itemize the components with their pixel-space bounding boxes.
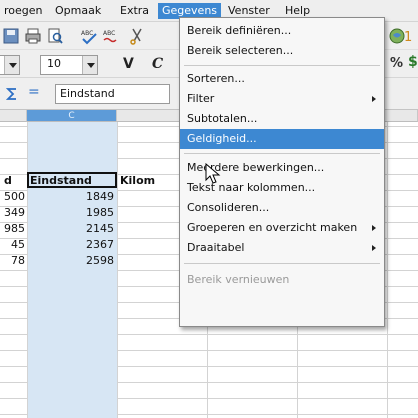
column-header-b[interactable]: [0, 110, 27, 122]
cell-b6[interactable]: 78: [0, 253, 25, 268]
formula-input[interactable]: Eindstand: [55, 84, 170, 104]
menu-item-groeperen[interactable]: Groeperen en overzicht maken: [180, 218, 384, 238]
submenu-arrow-icon: [372, 225, 376, 231]
menu-item-subtotalen[interactable]: Subtotalen...: [180, 109, 384, 129]
cut-icon[interactable]: [128, 27, 146, 45]
bold-button[interactable]: V: [123, 56, 134, 72]
currency-format-button[interactable]: $: [408, 54, 418, 70]
cell-b4[interactable]: 985: [0, 221, 25, 236]
menu-opmaak[interactable]: Opmaak: [51, 3, 105, 19]
chevron-down-icon: [4, 56, 19, 74]
menu-invoegen[interactable]: roegen: [0, 3, 47, 19]
sum-icon[interactable]: [6, 87, 18, 101]
submenu-arrow-icon: [372, 96, 376, 102]
menu-item-filter-label: Filter: [187, 92, 215, 105]
font-size-dropdown[interactable]: 10: [40, 55, 98, 75]
menu-separator: [184, 263, 380, 264]
gridline: [117, 122, 118, 418]
selected-column-c: [27, 122, 117, 418]
spellcheck-icon[interactable]: ABC: [80, 27, 98, 45]
cell-b5[interactable]: 45: [0, 237, 25, 252]
menu-item-bereik-definieren[interactable]: Bereik definiëren...: [180, 21, 384, 41]
cell-c5[interactable]: 2367: [27, 237, 114, 252]
font-size-value: 10: [47, 57, 61, 70]
menu-separator: [184, 153, 380, 154]
cell-b-header[interactable]: d: [4, 173, 12, 188]
gridline: [27, 122, 28, 418]
submenu-arrow-icon: [372, 245, 376, 251]
function-equals-button[interactable]: =: [28, 84, 40, 100]
autospellcheck-icon[interactable]: ABC: [102, 27, 120, 45]
mouse-pointer-icon: [205, 163, 221, 184]
print-preview-icon[interactable]: [46, 27, 64, 45]
gridline: [387, 122, 388, 418]
menu-item-consolideren[interactable]: Consolideren...: [180, 198, 384, 218]
cell-c3[interactable]: 1985: [27, 205, 114, 220]
font-name-dropdown[interactable]: [0, 55, 20, 75]
menu-item-bereik-vernieuwen: Bereik vernieuwen: [187, 273, 290, 286]
cell-c4[interactable]: 2145: [27, 221, 114, 236]
menu-item-geldigheid[interactable]: Geldigheid...: [180, 129, 384, 149]
active-cell-cursor: [27, 172, 117, 188]
menu-extra[interactable]: Extra: [116, 3, 153, 19]
print-icon[interactable]: [24, 27, 42, 45]
menu-item-bereik-selecteren[interactable]: Bereik selecteren...: [180, 41, 384, 61]
italic-button[interactable]: C: [152, 56, 163, 72]
cell-b3[interactable]: 349: [0, 205, 25, 220]
spellcheck-label: ABC: [81, 30, 93, 37]
cell-b2[interactable]: 500: [0, 189, 25, 204]
menu-item-draaitabel-label: Draaitabel: [187, 241, 245, 254]
styles-icon[interactable]: 1: [404, 27, 418, 45]
number-icon-label: 1: [404, 30, 412, 45]
save-icon[interactable]: [2, 27, 20, 45]
cell-c2[interactable]: 1849: [27, 189, 114, 204]
chevron-down-icon: [82, 56, 97, 74]
column-header-c[interactable]: C: [27, 110, 117, 122]
cell-d-header[interactable]: Kilom: [120, 173, 155, 188]
menu-item-draaitabel[interactable]: Draaitabel: [180, 238, 384, 258]
percent-format-button[interactable]: %: [390, 56, 403, 71]
autospellcheck-label: ABC: [103, 30, 115, 37]
menu-item-filter[interactable]: Filter: [180, 89, 384, 109]
menu-item-groeperen-label: Groeperen en overzicht maken: [187, 221, 358, 234]
menu-item-sorteren[interactable]: Sorteren...: [180, 69, 384, 89]
menu-separator: [184, 65, 380, 66]
cell-c6[interactable]: 2598: [27, 253, 114, 268]
